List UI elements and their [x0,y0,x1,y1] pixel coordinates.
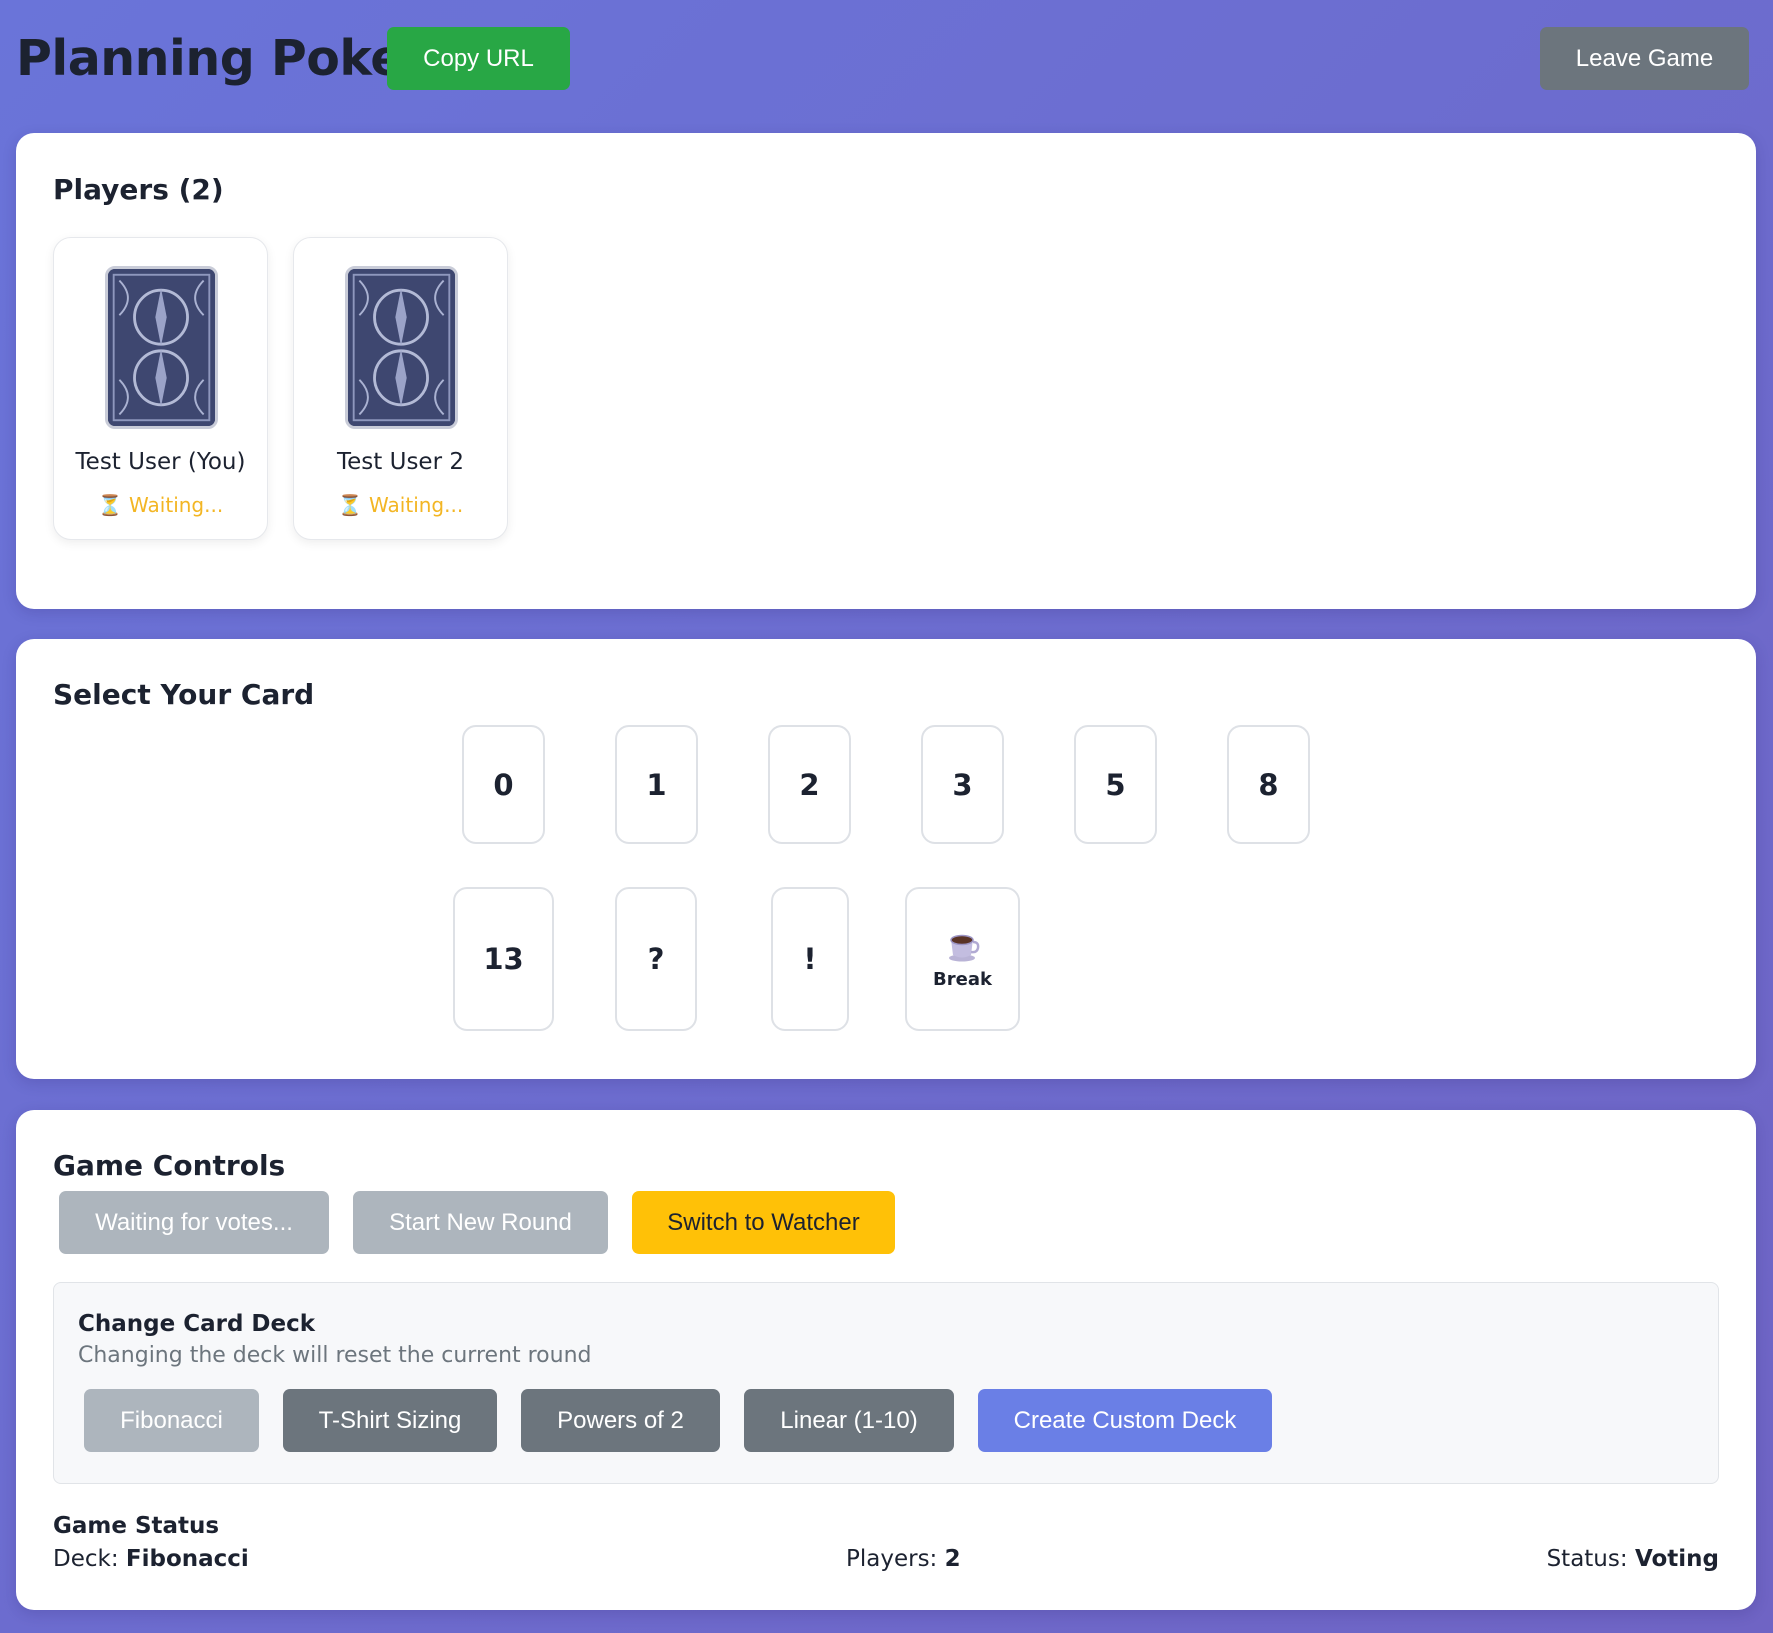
deck-tshirt-button[interactable]: T-Shirt Sizing [283,1389,497,1452]
status-state-label: Status: [1546,1546,1628,1572]
status-state: Status: Voting [1547,1546,1719,1572]
select-card-heading: Select Your Card [53,678,315,711]
deck-linear-button[interactable]: Linear (1-10) [744,1389,954,1452]
status-deck-value: Fibonacci [125,1546,249,1572]
vote-card-0[interactable]: 0 [462,725,545,844]
deck-powers-of-2-button[interactable]: Powers of 2 [521,1389,720,1452]
status-state-value: Voting [1634,1546,1719,1572]
change-deck-title: Change Card Deck [78,1311,316,1337]
deck-fibonacci-button[interactable]: Fibonacci [84,1389,259,1452]
change-deck-subtitle: Changing the deck will reset the current… [78,1343,592,1368]
status-players: Players: 2 [846,1546,961,1572]
vote-card-13[interactable]: 13 [453,887,554,1031]
card-back-image [345,266,458,429]
vote-card-exclamation[interactable]: ! [771,887,849,1031]
header: Planning Poker Copy URL Leave Game [0,0,1773,133]
switch-to-watcher-button[interactable]: Switch to Watcher [632,1191,895,1254]
vote-card-break[interactable]: Break [905,887,1020,1031]
players-heading: Players (2) [53,173,224,206]
vote-card-5[interactable]: 5 [1074,725,1157,844]
player-name: Test User 2 [337,449,464,475]
player-status-waiting: ⏳ Waiting... [337,493,464,517]
vote-card-2[interactable]: 2 [768,725,851,844]
player-card: Test User (You) ⏳ Waiting... [53,237,268,540]
break-card-label: Break [933,968,992,990]
player-name: Test User (You) [75,449,246,475]
status-deck-label: Deck: [53,1546,119,1572]
game-status-title: Game Status [53,1513,220,1539]
game-controls-heading: Game Controls [53,1149,286,1182]
player-card: Test User 2 ⏳ Waiting... [293,237,508,540]
leave-game-button[interactable]: Leave Game [1540,27,1749,90]
card-selection-panel: Select Your Card 0 1 2 3 5 8 13 ? ! Brea… [16,639,1756,1079]
card-back-image [105,266,218,429]
players-panel: Players (2) Test User (You) ⏳ Waiting... [16,133,1756,609]
status-players-label: Players: [846,1546,938,1572]
change-deck-section: Change Card Deck Changing the deck will … [53,1282,1719,1484]
copy-url-button[interactable]: Copy URL [387,27,570,90]
player-status-waiting: ⏳ Waiting... [97,493,224,517]
vote-card-8[interactable]: 8 [1227,725,1310,844]
reveal-votes-button[interactable]: Waiting for votes... [59,1191,329,1254]
create-custom-deck-button[interactable]: Create Custom Deck [978,1389,1272,1452]
status-deck: Deck: Fibonacci [53,1546,249,1572]
coffee-cup-icon [948,934,979,961]
start-new-round-button[interactable]: Start New Round [353,1191,608,1254]
vote-card-1[interactable]: 1 [615,725,698,844]
vote-card-question[interactable]: ? [615,887,697,1031]
status-players-value: 2 [944,1546,961,1572]
game-controls-panel: Game Controls Waiting for votes... Start… [16,1110,1756,1610]
app-title: Planning Poker [16,30,427,87]
vote-card-3[interactable]: 3 [921,725,1004,844]
